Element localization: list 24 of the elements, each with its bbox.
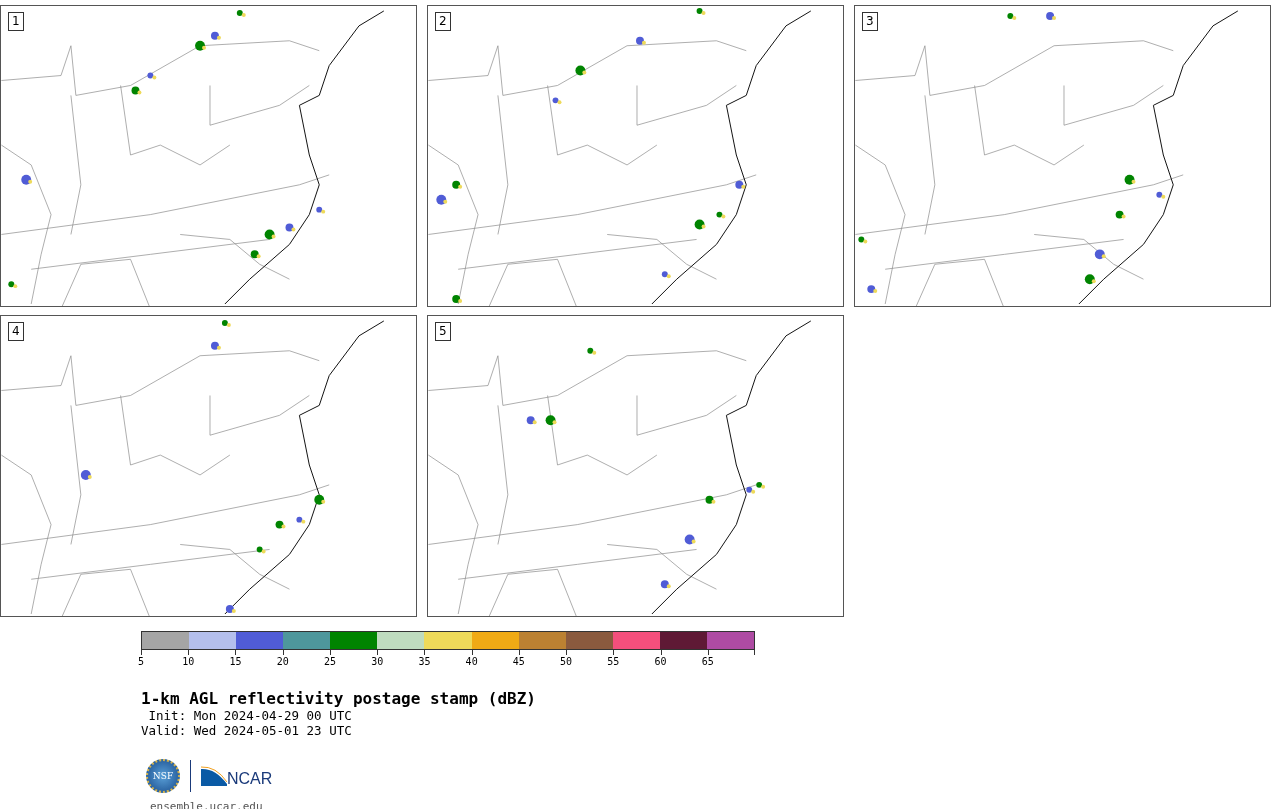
- tick-label: 65: [701, 656, 714, 668]
- chart-title: 1-km AGL reflectivity postage stamp (dBZ): [141, 690, 537, 708]
- tick-label: 60: [654, 656, 667, 668]
- panel-number: 4: [8, 322, 24, 341]
- seal-logo: NSF: [146, 759, 180, 793]
- tick-label: 25: [323, 656, 336, 668]
- tick-label: 50: [560, 656, 573, 668]
- panel-number: 3: [862, 12, 878, 31]
- logo-text: NCAR: [227, 770, 273, 788]
- tick-label: 15: [229, 656, 242, 668]
- tick-label: 45: [512, 656, 525, 668]
- init-time: Init: Mon 2024-04-29 00 UTC: [147, 708, 353, 723]
- wave-icon: [201, 766, 227, 786]
- tick-label: 35: [418, 656, 431, 668]
- tick-label: 10: [182, 656, 195, 668]
- tick-label: 55: [607, 656, 620, 668]
- valid-time: Valid: Wed 2024-05-01 23 UTC: [141, 723, 353, 738]
- panel-number: 5: [435, 322, 451, 341]
- tick-label: 30: [371, 656, 384, 668]
- tick-label: 20: [276, 656, 289, 668]
- panel-number: 1: [8, 12, 24, 31]
- tick-label: 40: [465, 656, 478, 668]
- tick-label: 5: [138, 656, 144, 668]
- panel-number: 2: [435, 12, 451, 31]
